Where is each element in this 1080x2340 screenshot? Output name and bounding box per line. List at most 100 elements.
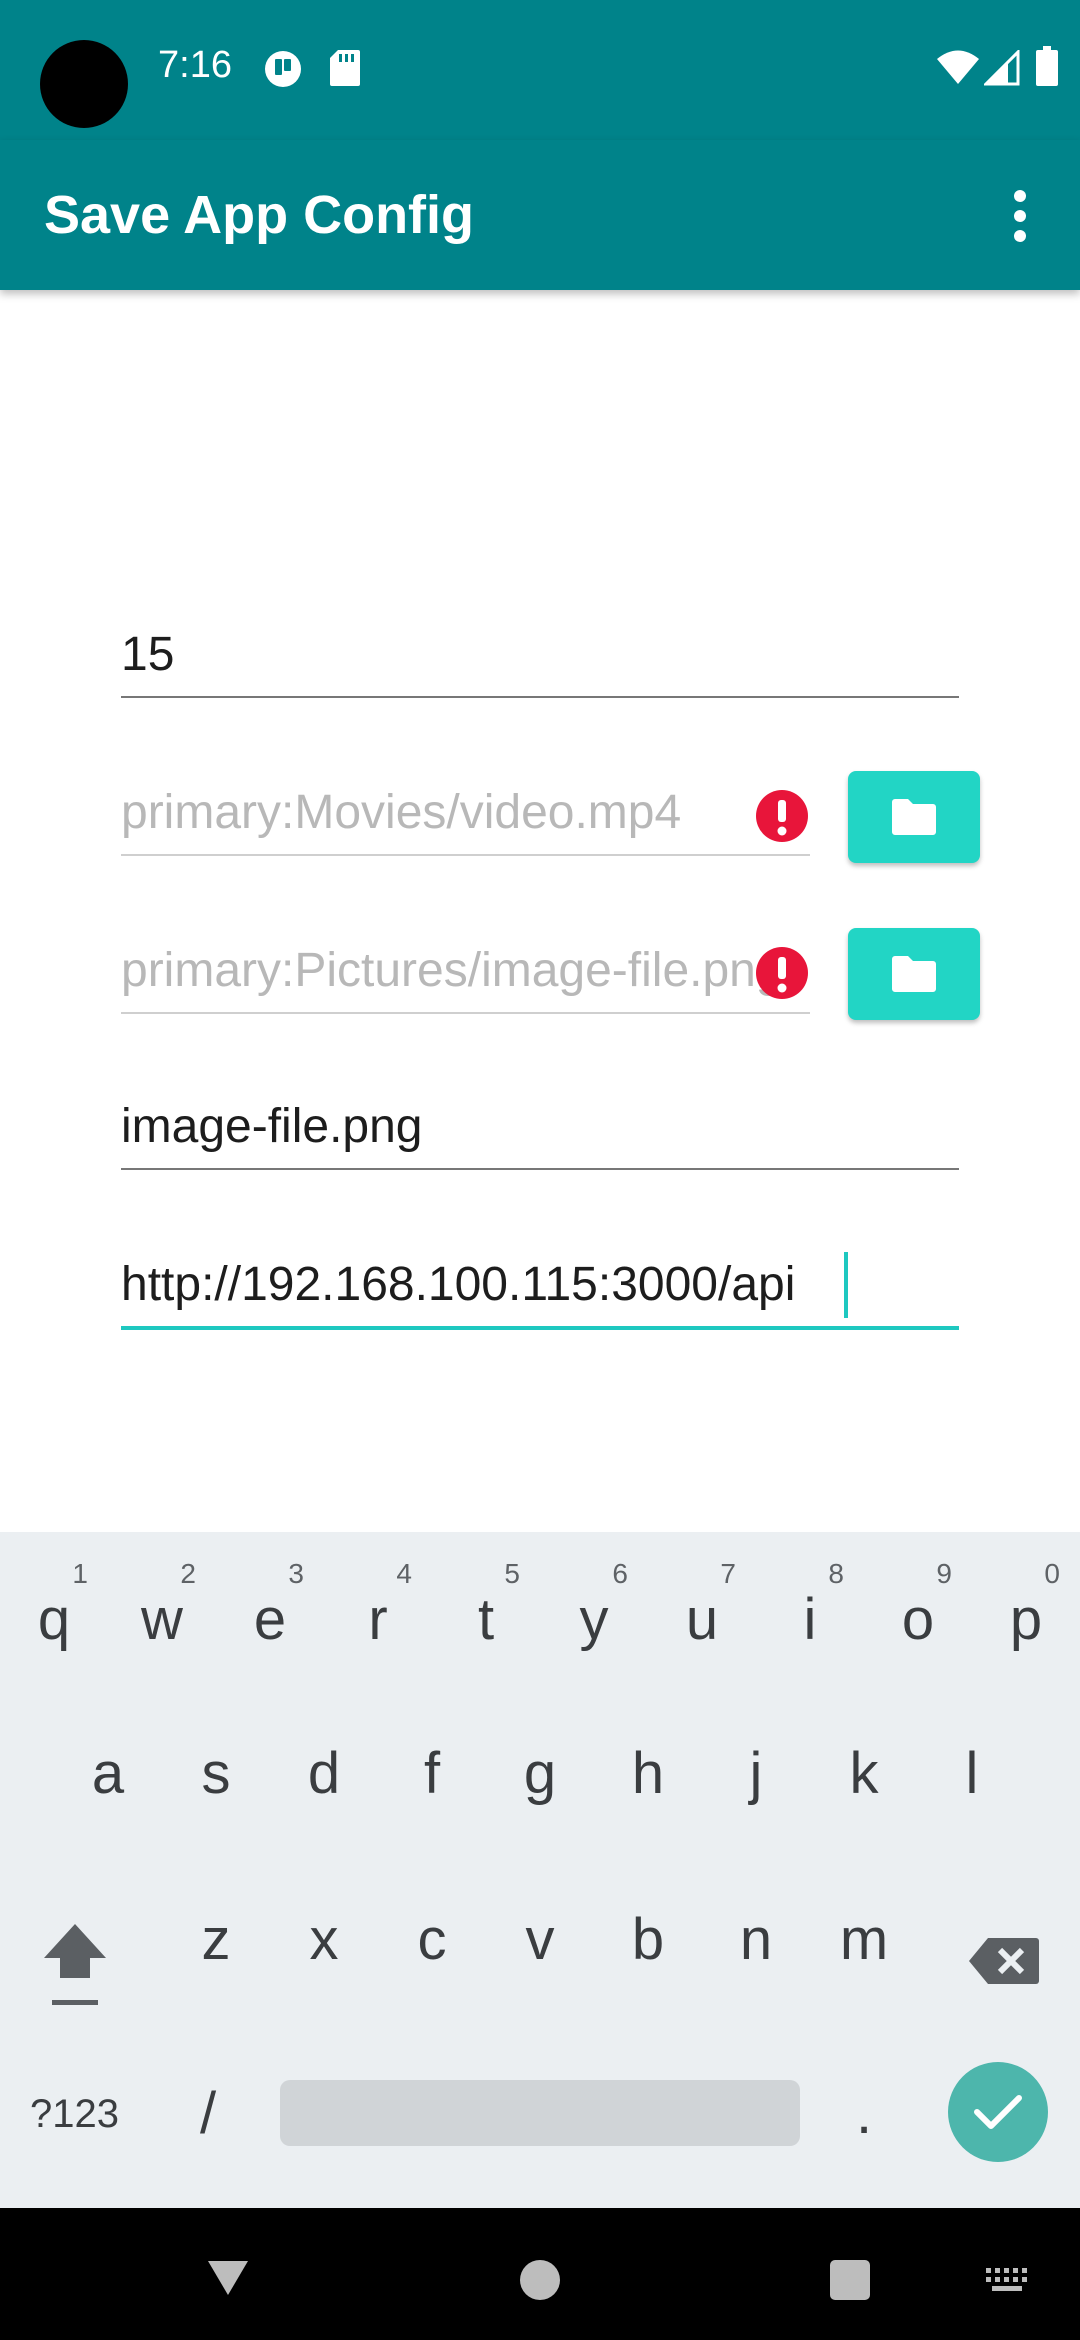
image-name-value: image-file.png (121, 1100, 423, 1153)
period-key[interactable]: . (856, 2080, 872, 2147)
symbols-key[interactable]: ?123 (30, 2092, 119, 2137)
interval-value: 15 (121, 628, 175, 681)
key-label: h (631, 1741, 665, 1806)
key-hint: 8 (828, 1558, 844, 1589)
key-j[interactable]: j (702, 1696, 810, 1856)
status-bar: 7:16 (0, 0, 1080, 140)
enter-key[interactable] (948, 2062, 1048, 2162)
video-path-placeholder: primary:Movies/video.mp4 (121, 786, 682, 839)
cell-signal-icon (984, 50, 1020, 86)
key-w[interactable]: w2 (108, 1532, 216, 1692)
key-label: e (253, 1587, 287, 1652)
key-label: f (423, 1741, 441, 1806)
home-icon[interactable] (520, 2260, 560, 2300)
key-t[interactable]: t5 (432, 1532, 540, 1692)
key-label: q (37, 1587, 71, 1652)
key-label: n (739, 1907, 773, 1972)
pick-image-folder-button[interactable] (848, 928, 980, 1020)
key-label: v (525, 1907, 555, 1972)
key-label: o (901, 1587, 935, 1652)
key-u[interactable]: u7 (648, 1532, 756, 1692)
image-path-field[interactable]: primary:Pictures/image-file.png (121, 944, 810, 1014)
more-options-icon[interactable] (1000, 186, 1040, 246)
key-y[interactable]: y6 (540, 1532, 648, 1692)
key-o[interactable]: o9 (864, 1532, 972, 1692)
key-label: d (307, 1741, 341, 1806)
api-url-field[interactable]: http://192.168.100.115:3000/api (121, 1260, 959, 1330)
video-path-field[interactable]: primary:Movies/video.mp4 (121, 786, 810, 856)
pick-video-folder-button[interactable] (848, 771, 980, 863)
key-hint: 3 (288, 1558, 304, 1589)
key-f[interactable]: f (378, 1696, 486, 1856)
key-label: g (523, 1741, 557, 1806)
key-c[interactable]: c (378, 1862, 486, 2022)
battery-icon (1036, 46, 1058, 86)
key-label: m (839, 1907, 889, 1972)
navigation-bar (0, 2208, 1080, 2340)
key-label: k (849, 1741, 879, 1806)
key-label: w (141, 1587, 183, 1652)
app-title: Save App Config (44, 185, 475, 245)
keyboard-switch-icon[interactable] (986, 2268, 1028, 2292)
shift-key-icon[interactable] (40, 1918, 110, 2012)
key-hint: 4 (396, 1558, 412, 1589)
key-hint: 7 (720, 1558, 736, 1589)
key-hint: 9 (936, 1558, 952, 1589)
sd-card-icon (330, 50, 360, 86)
key-s[interactable]: s (162, 1696, 270, 1856)
status-time: 7:16 (158, 44, 232, 86)
space-key[interactable] (280, 2080, 800, 2146)
key-h[interactable]: h (594, 1696, 702, 1856)
check-icon (974, 2095, 1022, 2129)
key-m[interactable]: m (810, 1862, 918, 2022)
key-label: b (631, 1907, 665, 1972)
key-hint: 6 (612, 1558, 628, 1589)
key-b[interactable]: b (594, 1862, 702, 2022)
key-g[interactable]: g (486, 1696, 594, 1856)
key-z[interactable]: z (162, 1862, 270, 2022)
key-k[interactable]: k (810, 1696, 918, 1856)
key-d[interactable]: d (270, 1696, 378, 1856)
key-label: j (749, 1741, 763, 1806)
key-hint: 5 (504, 1558, 520, 1589)
key-e[interactable]: e3 (216, 1532, 324, 1692)
key-a[interactable]: a (54, 1696, 162, 1856)
key-n[interactable]: n (702, 1862, 810, 2022)
key-hint: 0 (1044, 1558, 1060, 1589)
key-label: z (201, 1907, 231, 1972)
slash-key[interactable]: / (200, 2080, 216, 2147)
error-icon[interactable] (754, 788, 810, 844)
image-path-placeholder: primary:Pictures/image-file.png (121, 944, 783, 997)
backspace-key-icon[interactable] (968, 1936, 1040, 1986)
interval-field[interactable]: 15 (121, 628, 959, 698)
recents-icon[interactable] (830, 2260, 870, 2300)
key-q[interactable]: q1 (0, 1532, 108, 1692)
camera-cutout (40, 40, 128, 128)
key-v[interactable]: v (486, 1862, 594, 2022)
key-label: l (965, 1741, 979, 1806)
key-label: y (579, 1587, 609, 1652)
key-label: c (417, 1907, 447, 1972)
key-x[interactable]: x (270, 1862, 378, 2022)
key-label: a (91, 1741, 125, 1806)
key-l[interactable]: l (918, 1696, 1026, 1856)
notification-app-icon (265, 51, 301, 87)
folder-icon (892, 799, 936, 835)
key-label: t (477, 1587, 495, 1652)
key-label: x (309, 1907, 339, 1972)
key-label: u (685, 1587, 719, 1652)
folder-icon (892, 956, 936, 992)
key-p[interactable]: p0 (972, 1532, 1080, 1692)
key-r[interactable]: r4 (324, 1532, 432, 1692)
app-bar: Save App Config (0, 140, 1080, 290)
error-icon[interactable] (754, 945, 810, 1001)
key-label: i (803, 1587, 817, 1652)
back-icon[interactable] (206, 2258, 250, 2298)
key-hint: 2 (180, 1558, 196, 1589)
key-label: p (1009, 1587, 1043, 1652)
key-i[interactable]: i8 (756, 1532, 864, 1692)
key-label: s (201, 1741, 231, 1806)
soft-keyboard: q1w2e3r4t5y6u7i8o9p0 asdfghjkl zxcvbnm ?… (0, 1532, 1080, 2208)
key-hint: 1 (72, 1558, 88, 1589)
image-name-field[interactable]: image-file.png (121, 1100, 959, 1170)
